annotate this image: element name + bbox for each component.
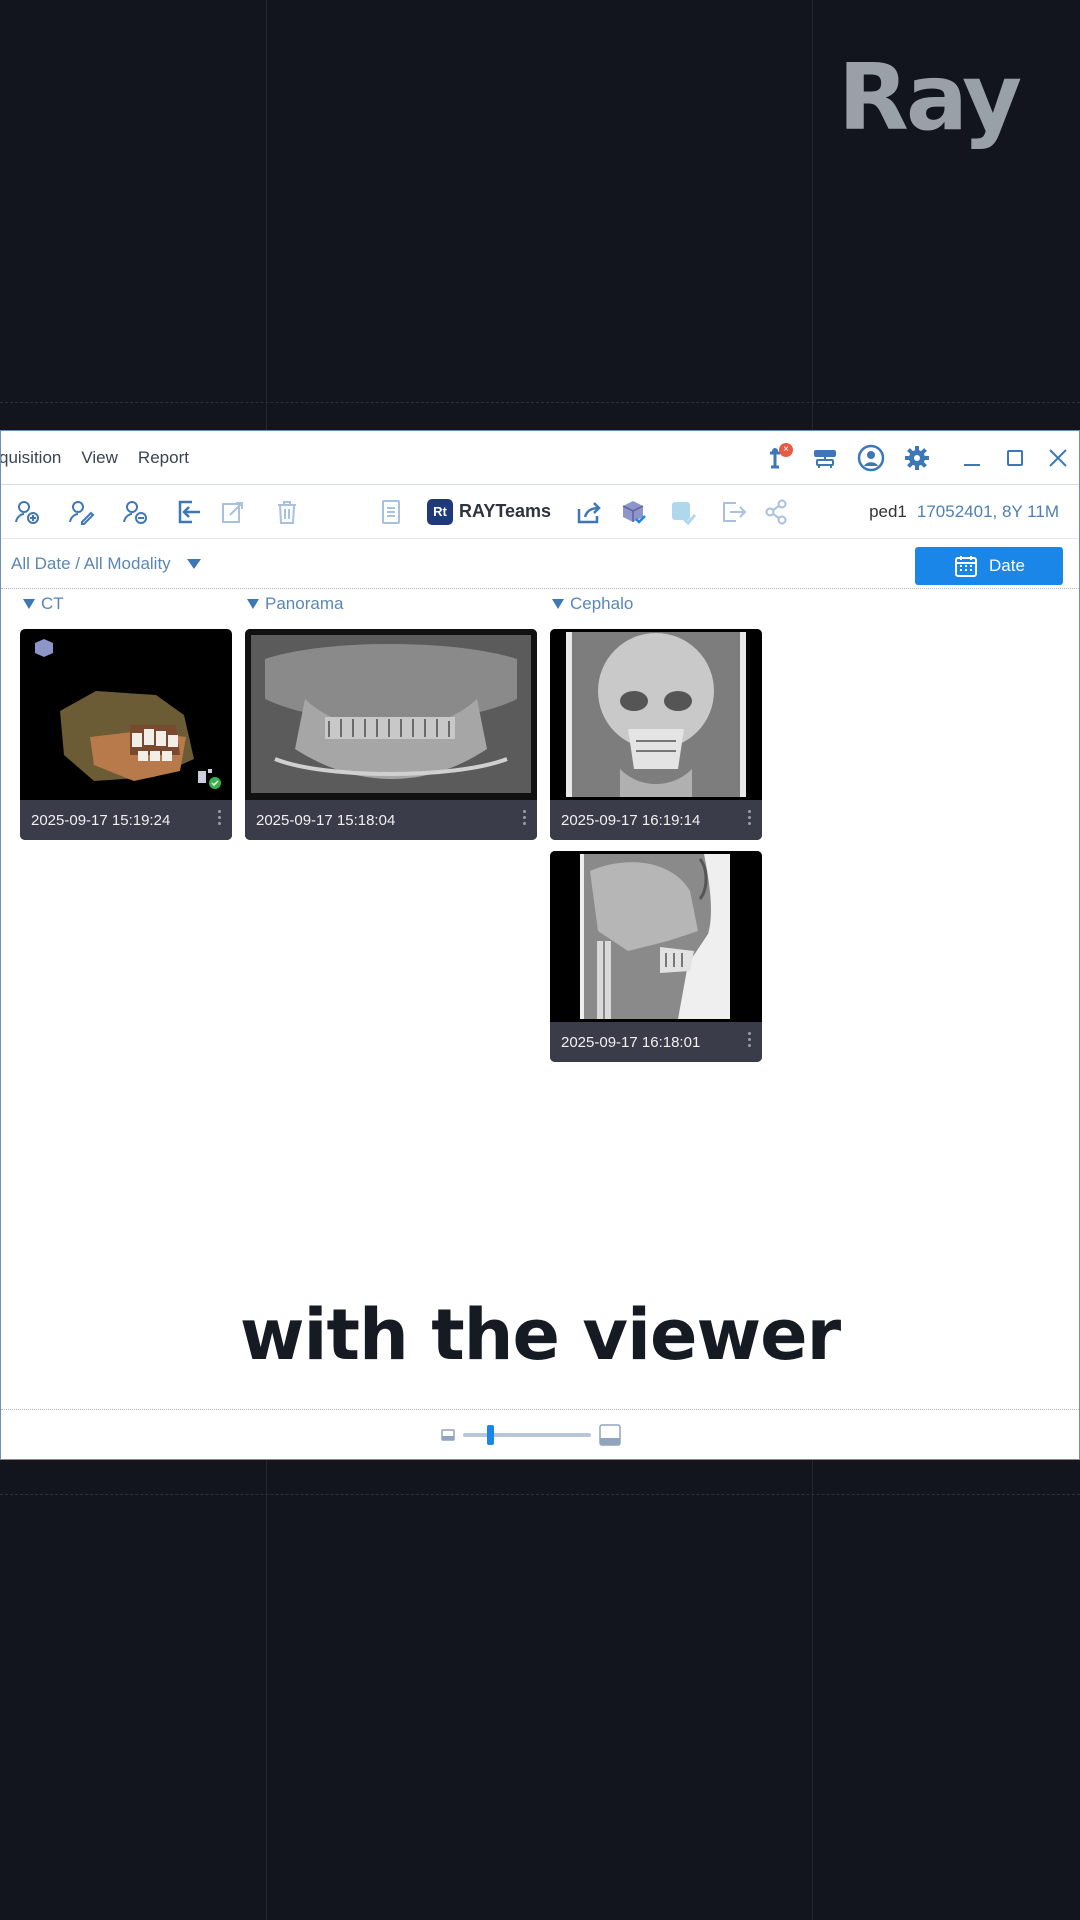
ct-3d-render-image: [20, 629, 232, 800]
user-account-icon[interactable]: [848, 435, 894, 481]
filter-label[interactable]: All Date / All Modality: [11, 554, 171, 574]
study-footer: 2025-09-17 15:18:04: [245, 800, 537, 840]
3d-model-icon[interactable]: [611, 490, 655, 534]
rayteams-check-icon[interactable]: [661, 490, 705, 534]
background-grid-line: [0, 1494, 1080, 1495]
patient-name: ped1: [869, 502, 907, 521]
minimize-icon[interactable]: [950, 435, 993, 481]
brand-logo: Ray: [838, 44, 1022, 151]
network-icon[interactable]: [802, 435, 848, 481]
share-upload-icon[interactable]: [567, 490, 611, 534]
title-bar-controls: ×: [756, 431, 1079, 485]
date-button-label: Date: [989, 556, 1025, 575]
thumbnail-size-slider[interactable]: [441, 1420, 621, 1450]
rayteams-label: RAYTeams: [459, 501, 552, 521]
more-options-icon[interactable]: [748, 1032, 752, 1052]
app-window: quisition View Report × Rt RAYTeams ped1…: [0, 430, 1080, 1460]
study-thumbnail-cephalo-lateral[interactable]: 2025-09-17 16:18:01: [550, 851, 762, 1062]
menu-bar: quisition View Report: [1, 448, 209, 468]
close-icon[interactable]: [1036, 435, 1079, 481]
background-grid-line: [0, 402, 1080, 403]
study-thumbnail-panorama[interactable]: 2025-09-17 15:18:04: [245, 629, 537, 840]
group-header-cephalo[interactable]: Cephalo: [552, 594, 633, 614]
study-footer: 2025-09-17 15:19:24: [20, 800, 232, 840]
video-caption: with the viewer: [239, 1294, 841, 1376]
study-timestamp: 2025-09-17 15:19:24: [31, 811, 171, 829]
slider-handle[interactable]: [487, 1425, 494, 1445]
study-timestamp: 2025-09-17 15:18:04: [256, 811, 396, 829]
patient-info: ped1 17052401, 8Y 11M: [869, 485, 1059, 539]
group-title: Panorama: [265, 594, 344, 613]
add-patient-icon[interactable]: [5, 490, 49, 534]
slider-track[interactable]: [463, 1425, 591, 1445]
title-bar: quisition View Report ×: [1, 431, 1079, 485]
rayteams-button[interactable]: Rt RAYTeams: [427, 498, 552, 525]
group-title: CT: [41, 594, 64, 613]
study-thumbnail-area: CT Panorama Cephalo 2025-09-17 15:19:24 …: [1, 589, 1079, 1414]
more-options-icon[interactable]: [748, 810, 752, 830]
panoramic-xray-image: [245, 629, 537, 800]
status-bar: [1, 1409, 1079, 1459]
more-options-icon[interactable]: [218, 810, 222, 830]
group-header-ct[interactable]: CT: [23, 594, 64, 614]
patient-id-age: 17052401, 8Y 11M: [916, 502, 1059, 521]
group-title: Cephalo: [570, 594, 634, 613]
export-icon[interactable]: [211, 490, 255, 534]
delete-icon[interactable]: [265, 490, 309, 534]
maximize-icon[interactable]: [993, 435, 1036, 481]
filter-dropdown-icon[interactable]: [186, 558, 201, 569]
large-thumbnail-icon[interactable]: [599, 1424, 621, 1446]
edit-patient-icon[interactable]: [59, 490, 103, 534]
exit-icon[interactable]: [711, 490, 755, 534]
import-icon[interactable]: [167, 490, 211, 534]
calendar-icon: [955, 556, 978, 577]
error-badge: ×: [779, 443, 793, 457]
date-sort-button[interactable]: Date: [915, 547, 1063, 585]
cephalometric-frontal-xray-image: [550, 629, 762, 800]
study-footer: 2025-09-17 16:18:01: [550, 1022, 762, 1062]
menu-item-acquisition[interactable]: quisition: [1, 448, 61, 468]
study-timestamp: 2025-09-17 16:19:14: [561, 811, 701, 829]
collapse-triangle-icon: [247, 599, 259, 609]
remove-patient-icon[interactable]: [113, 490, 157, 534]
rayteams-logo-icon: Rt: [427, 498, 453, 525]
study-timestamp: 2025-09-17 16:18:01: [561, 1033, 701, 1051]
study-thumbnail-ct[interactable]: 2025-09-17 15:19:24: [20, 629, 232, 840]
cephalometric-lateral-xray-image: [550, 851, 762, 1022]
menu-item-view[interactable]: View: [81, 448, 118, 468]
toolbar: Rt RAYTeams ped1 17052401, 8Y 11M: [1, 485, 1079, 539]
settings-gear-icon[interactable]: [894, 435, 940, 481]
menu-item-report[interactable]: Report: [138, 448, 189, 468]
document-icon[interactable]: [369, 490, 413, 534]
study-thumbnail-cephalo-frontal[interactable]: 2025-09-17 16:19:14: [550, 629, 762, 840]
collapse-triangle-icon: [23, 599, 35, 609]
collapse-triangle-icon: [552, 599, 564, 609]
scanner-status-icon[interactable]: ×: [756, 435, 802, 481]
group-header-panorama[interactable]: Panorama: [247, 594, 343, 614]
small-thumbnail-icon[interactable]: [441, 1428, 455, 1442]
study-footer: 2025-09-17 16:19:14: [550, 800, 762, 840]
more-options-icon[interactable]: [523, 810, 527, 830]
share-icon[interactable]: [755, 490, 799, 534]
filter-bar: All Date / All Modality Date: [1, 539, 1079, 589]
